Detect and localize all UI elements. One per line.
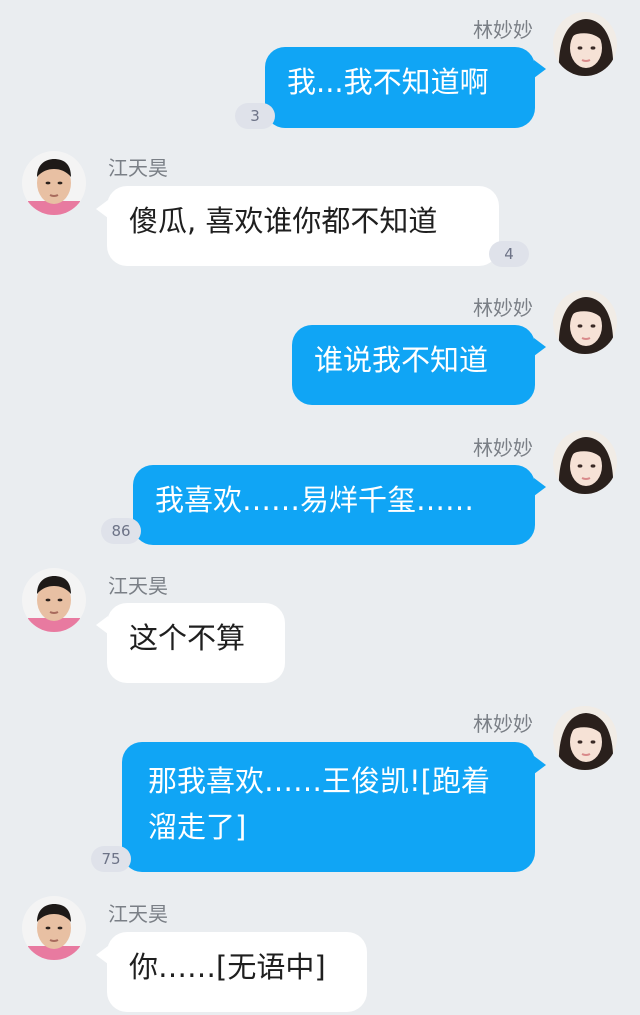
boy-avatar-icon[interactable]: [22, 568, 86, 632]
message-text: 谁说我不知道: [314, 343, 489, 377]
sender-name: 林妙妙: [473, 436, 533, 460]
message-count-badge: 3: [235, 103, 275, 129]
bubble-tail: [534, 60, 546, 78]
message-bubble[interactable]: 我喜欢……易烊千玺……: [133, 465, 535, 545]
message-text: 傻瓜, 喜欢谁你都不知道: [129, 204, 438, 238]
message-count-badge: 75: [91, 846, 131, 872]
boy-avatar-icon[interactable]: [22, 151, 86, 215]
sender-name: 江天昊: [108, 156, 168, 180]
girl-avatar-icon[interactable]: [553, 12, 617, 76]
message-text: 我...我不知道啊: [287, 65, 489, 99]
message-bubble[interactable]: 我...我不知道啊: [265, 47, 535, 128]
bubble-tail: [534, 338, 546, 356]
girl-avatar-icon[interactable]: [553, 430, 617, 494]
sender-name: 江天昊: [108, 902, 168, 926]
girl-avatar-icon[interactable]: [553, 290, 617, 354]
sender-name: 江天昊: [108, 574, 168, 598]
message-text: 我喜欢……易烊千玺……: [155, 483, 475, 517]
bubble-tail: [96, 616, 108, 634]
sender-name: 林妙妙: [473, 18, 533, 42]
boy-avatar-icon[interactable]: [22, 896, 86, 960]
bubble-tail: [96, 200, 108, 218]
message-text: 那我喜欢……王俊凯![跑着溜走了]: [148, 764, 490, 844]
message-bubble[interactable]: 谁说我不知道: [292, 325, 535, 405]
bubble-tail: [96, 946, 108, 964]
message-bubble[interactable]: 傻瓜, 喜欢谁你都不知道: [107, 186, 499, 266]
sender-name: 林妙妙: [473, 296, 533, 320]
sender-name: 林妙妙: [473, 712, 533, 736]
message-bubble[interactable]: 你……[无语中]: [107, 932, 367, 1012]
bubble-tail: [534, 478, 546, 496]
message-bubble[interactable]: 那我喜欢……王俊凯![跑着溜走了]: [122, 742, 535, 872]
girl-avatar-icon[interactable]: [553, 706, 617, 770]
message-bubble[interactable]: 这个不算: [107, 603, 285, 683]
message-text: 这个不算: [129, 621, 246, 655]
message-count-badge: 4: [489, 241, 529, 267]
chat-thread: 林妙妙 我...我不知道啊 3 江天昊 傻瓜, 喜欢谁你都不知道 4 林妙妙 谁…: [0, 0, 640, 1015]
bubble-tail: [534, 756, 546, 774]
message-count-badge: 86: [101, 518, 141, 544]
message-text: 你……[无语中]: [129, 950, 326, 984]
